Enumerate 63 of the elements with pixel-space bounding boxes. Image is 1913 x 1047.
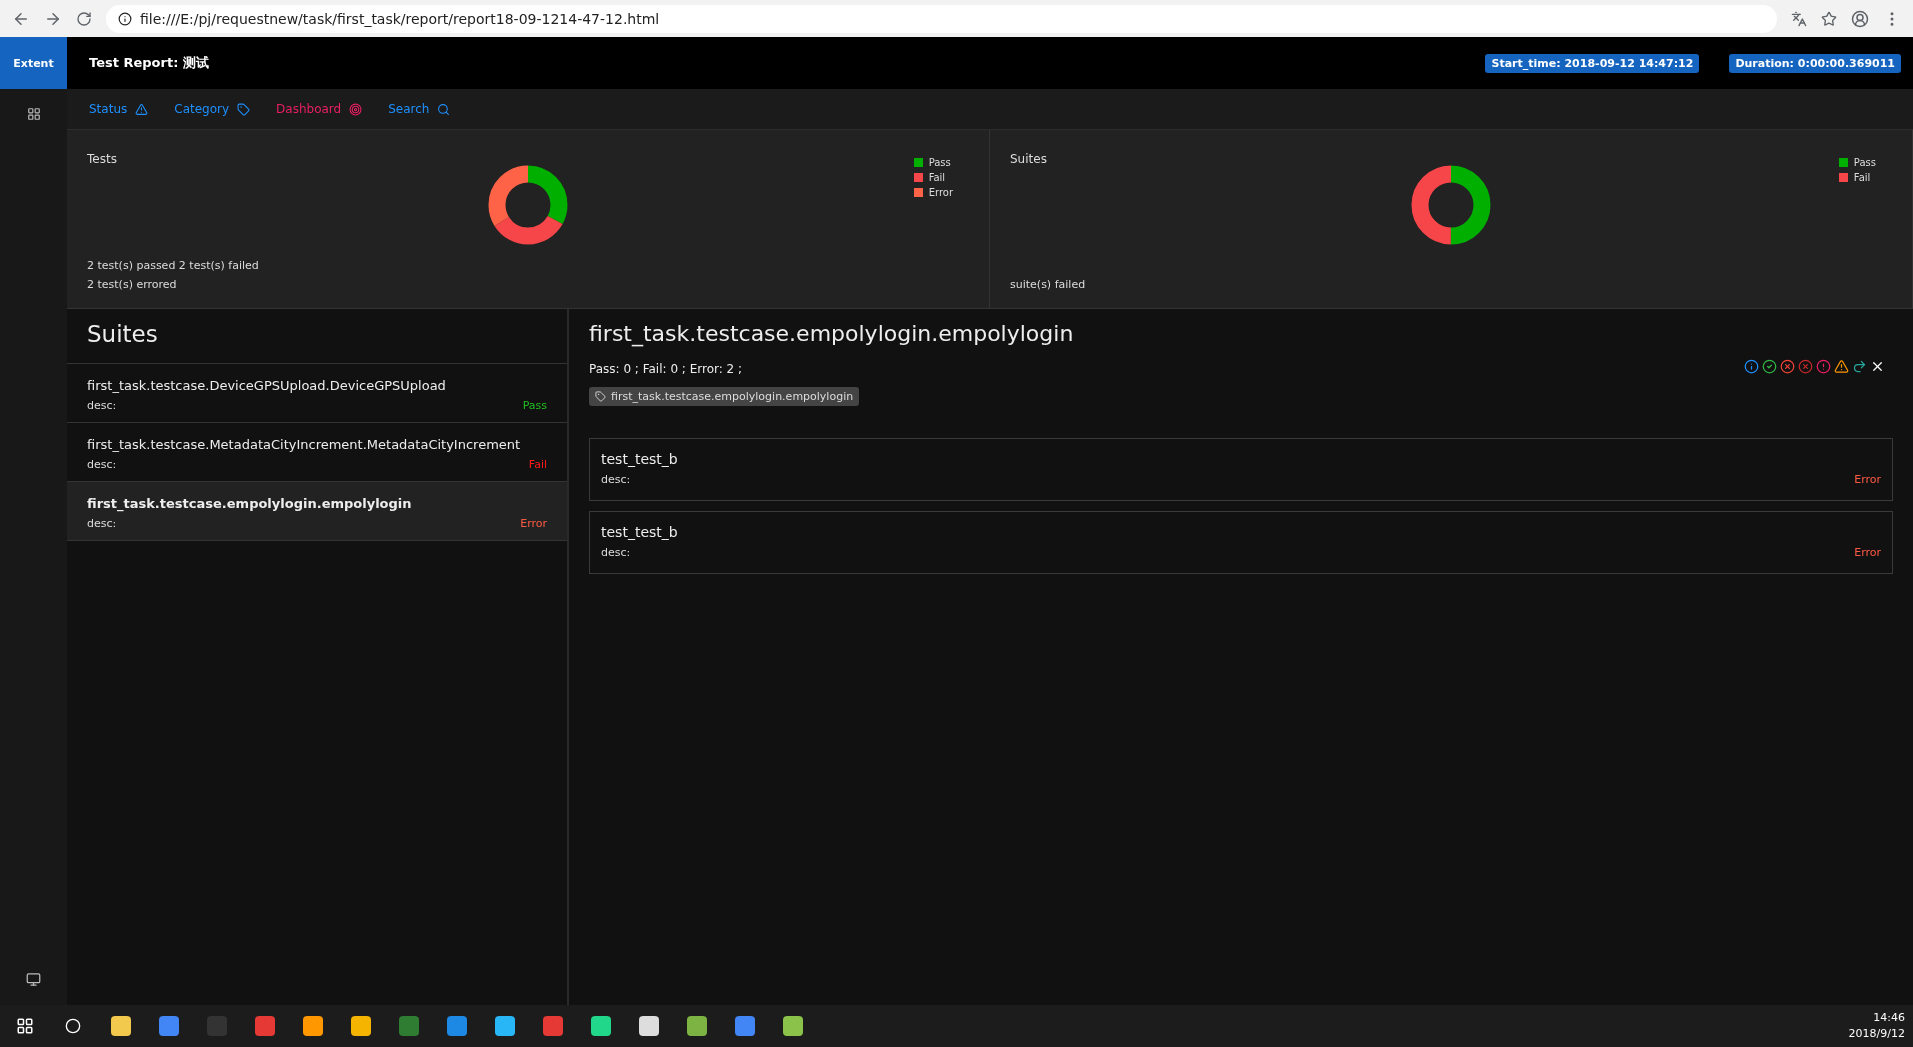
- summary-text: 2 test(s) passed 2 test(s) failed: [87, 258, 260, 274]
- legend-label: Pass: [1853, 157, 1876, 168]
- target-icon: [349, 102, 363, 116]
- tag-icon: [595, 391, 606, 402]
- cross-circle-icon[interactable]: [1798, 359, 1813, 374]
- info-icon[interactable]: [1744, 359, 1759, 374]
- cross-circle-icon[interactable]: [1780, 359, 1795, 374]
- grid-icon[interactable]: [26, 107, 41, 121]
- legend-label: Fail: [1853, 172, 1871, 183]
- status-label: Fail: [528, 458, 547, 471]
- nav-link[interactable]: Dashboard: [276, 102, 363, 116]
- counts-text: Pass: 0 ; Fail: 0 ; Error: 2 ;: [589, 362, 743, 376]
- bookmark-star-icon[interactable]: [1821, 10, 1837, 27]
- warning-icon[interactable]: [1834, 359, 1849, 374]
- category-tag[interactable]: first_task.testcase.empolylogin.empolylogin: [589, 387, 860, 406]
- search-icon: [437, 102, 451, 116]
- brand-logo[interactable]: Extent: [0, 37, 67, 89]
- card-title: Tests: [87, 152, 117, 166]
- monitor-icon[interactable]: [26, 972, 41, 987]
- nav-link[interactable]: Status: [89, 102, 149, 116]
- summary-text: 2 test(s) errored: [87, 277, 178, 293]
- url-text: file:///E:/pj/requestnew/task/first_task/report/report18-09-1214-47-12.html: [140, 10, 660, 27]
- test-name: test_test_b: [601, 524, 679, 540]
- suite-title: first_task.testcase.empolylogin.empolylogin: [589, 321, 1075, 346]
- desc-label: desc:: [87, 458, 117, 471]
- status-label: Error: [1854, 473, 1881, 486]
- translate-icon[interactable]: [1791, 10, 1807, 27]
- legend-label: Pass: [928, 157, 951, 168]
- legend-label: Error: [928, 187, 953, 198]
- duration-badge: Duration: 0:00:00.369011: [1729, 53, 1901, 73]
- profile-icon[interactable]: [1851, 9, 1869, 28]
- status-label: Error: [520, 517, 547, 530]
- reload-icon[interactable]: [76, 10, 92, 27]
- suite-name: first_task.testcase.MetadataCityIncrement.MetadataCityIncrement: [87, 437, 521, 452]
- status-label: Pass: [522, 399, 547, 412]
- legend-label: Fail: [928, 172, 946, 183]
- desc-label: desc:: [87, 399, 117, 412]
- test-name: test_test_b: [601, 451, 679, 467]
- nav-link[interactable]: Search: [388, 102, 451, 116]
- nav-link[interactable]: Category: [174, 102, 251, 116]
- start-time-badge: Start_time: 2018-09-12 14:47:12: [1485, 53, 1700, 73]
- clock-date: 2018/9/12: [1848, 1026, 1905, 1042]
- address-bar[interactable]: file:///E:/pj/requestnew/task/first_task/report/report18-09-1214-47-12.html: [106, 4, 1777, 33]
- card-title: Suites: [1010, 152, 1047, 166]
- skip-arrow-icon[interactable]: [1852, 359, 1867, 374]
- suite-name: first_task.testcase.DeviceGPSUpload.DeviceGPSUpload: [87, 378, 446, 393]
- info-icon: [118, 11, 132, 26]
- warning-icon: [135, 102, 149, 116]
- check-icon[interactable]: [1762, 359, 1777, 374]
- suite-name: first_task.testcase.empolylogin.empolylogin: [87, 496, 412, 511]
- test-card[interactable]: test_test_b desc: Error: [589, 438, 1893, 501]
- tag-icon: [237, 102, 251, 116]
- suite-row[interactable]: first_task.testcase.empolylogin.empolylogin desc: Error: [67, 482, 567, 541]
- desc-label: desc:: [87, 517, 117, 530]
- test-card[interactable]: test_test_b desc: Error: [589, 511, 1893, 574]
- exclamation-icon[interactable]: [1816, 359, 1831, 374]
- summary-text: suite(s) failed: [1010, 277, 1087, 293]
- desc-label: desc:: [601, 546, 631, 559]
- status-label: Error: [1854, 546, 1881, 559]
- clock-time: 14:46: [1872, 1010, 1905, 1026]
- close-icon[interactable]: [1870, 359, 1885, 374]
- desc-label: desc:: [601, 473, 631, 486]
- report-title: Test Report: 测试: [89, 54, 210, 72]
